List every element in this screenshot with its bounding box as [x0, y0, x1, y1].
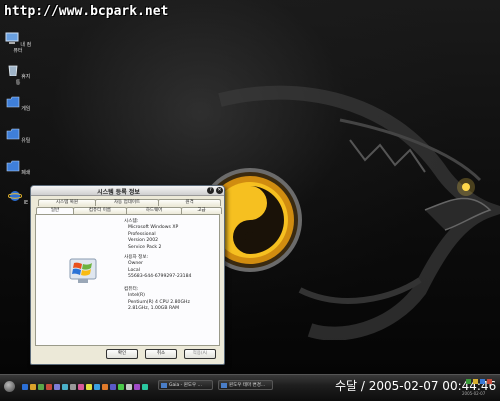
computer-info-block: 컴퓨터: Intel(R) Pentium(R) 4 CPU 2.80GHz 2…: [124, 287, 190, 313]
system-line: Microsoft Windows XP: [128, 225, 179, 231]
desktop-icon-label: 게임: [21, 106, 31, 112]
recycle-bin-icon: [8, 65, 18, 77]
tab-system-restore[interactable]: 시스템 복원: [38, 199, 96, 206]
watermark-url: http://www.bcpark.net: [4, 4, 169, 19]
tabs-row-bottom: 일반 컴퓨터 이름 하드웨어 고급: [35, 207, 222, 215]
tab-hardware[interactable]: 하드웨어: [126, 207, 182, 214]
desktop-icon-recycle-bin[interactable]: 휴지통: [4, 64, 32, 86]
tab-automatic-updates[interactable]: 자동 업데이트: [95, 199, 159, 206]
desktop-icon-label: IE: [23, 200, 29, 206]
quick-launch-media-icon[interactable]: [38, 384, 44, 390]
start-button[interactable]: [4, 381, 15, 392]
user-line: 55683-644-6799297-23184: [128, 274, 192, 280]
desktop-icon-label: 폐쇄: [21, 170, 31, 176]
folder-icon: [6, 128, 19, 140]
task-label: 윈도우 테마 변경...: [229, 383, 266, 388]
desktop: http://www.bcpark.net 내 컴퓨터 휴지통 게임 유틸 폐쇄: [0, 0, 500, 374]
desktop-icon-folder-1[interactable]: 게임: [4, 96, 32, 113]
window-icon: [221, 383, 227, 388]
close-button[interactable]: ✕: [216, 187, 223, 194]
quick-launch-app-icon[interactable]: [126, 384, 132, 390]
computer-icon: [5, 32, 19, 44]
tab-computer-name[interactable]: 컴퓨터 이름: [73, 207, 127, 214]
quick-launch-app-icon[interactable]: [134, 384, 140, 390]
quick-launch-app-icon[interactable]: [46, 384, 52, 390]
general-tab-panel: 시스템: Microsoft Windows XP Professional V…: [35, 214, 220, 346]
apply-button[interactable]: 적용(A): [184, 349, 216, 359]
system-info-block: 시스템: Microsoft Windows XP Professional V…: [124, 219, 178, 251]
quick-launch-app-icon[interactable]: [86, 384, 92, 390]
quick-launch-app-icon[interactable]: [62, 384, 68, 390]
quick-launch-app-icon[interactable]: [54, 384, 60, 390]
desktop-icon-folder-2[interactable]: 유틸: [4, 128, 32, 145]
tab-advanced[interactable]: 고급: [181, 207, 222, 214]
taskbar: Gaia - 윈도우 ... 윈도우 테마 변경... 수달 / 2005-02…: [0, 374, 500, 401]
help-button[interactable]: ?: [207, 187, 214, 194]
desktop-icon-folder-3[interactable]: 폐쇄: [4, 160, 32, 177]
computer-line: 2.81GHz, 1.00GB RAM: [128, 306, 180, 312]
tab-remote[interactable]: 원격: [158, 199, 221, 206]
folder-icon: [6, 160, 19, 172]
taskbar-button-theme[interactable]: 윈도우 테마 변경...: [218, 380, 273, 390]
dialog-title: 시스템 등록 정보: [97, 189, 140, 196]
dialog-titlebar[interactable]: 시스템 등록 정보 ? ✕: [31, 186, 224, 196]
quick-launch-app-icon[interactable]: [70, 384, 76, 390]
dragon-wallpaper-art: [198, 85, 500, 340]
quick-launch-app-icon[interactable]: [110, 384, 116, 390]
tabs-row-top: 시스템 복원 자동 업데이트 원격: [35, 199, 221, 206]
desktop-icon-internet-explorer[interactable]: IE: [4, 190, 32, 207]
quick-launch-folder-icon[interactable]: [30, 384, 36, 390]
desktop-icon-label: 유틸: [21, 138, 31, 144]
quick-launch-app-icon[interactable]: [94, 384, 100, 390]
folder-icon: [6, 96, 19, 108]
quick-launch-app-icon[interactable]: [78, 384, 84, 390]
user-info-block: 사용자 정보: Owner Local 55683-644-6799297-23…: [124, 255, 191, 281]
taskbar-button-gaia[interactable]: Gaia - 윈도우 ...: [158, 380, 213, 390]
quick-launch-ie-icon[interactable]: [22, 384, 28, 390]
tray-date: 2005-02-07: [462, 391, 486, 396]
quick-launch-app-icon[interactable]: [102, 384, 108, 390]
system-properties-dialog: 시스템 등록 정보 ? ✕ 시스템 복원 자동 업데이트 원격 일반 컴퓨터 이…: [30, 185, 225, 365]
desktop-icon-my-computer[interactable]: 내 컴퓨터: [4, 32, 32, 54]
quick-launch-app-icon[interactable]: [118, 384, 124, 390]
cancel-button[interactable]: 취소: [145, 349, 177, 359]
system-line: Service Pack 2: [128, 244, 162, 250]
quick-launch-app-icon[interactable]: [142, 384, 148, 390]
windows-xp-logo-icon: [69, 258, 97, 283]
window-icon: [161, 383, 167, 388]
internet-explorer-icon: [7, 191, 23, 201]
ok-button[interactable]: 확인: [106, 349, 138, 359]
task-label: Gaia - 윈도우 ...: [169, 383, 202, 388]
